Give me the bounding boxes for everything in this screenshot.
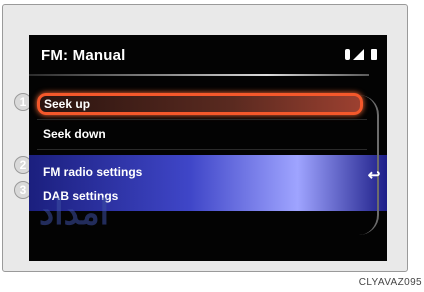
- figure-code: CLYAVAZ095: [358, 277, 422, 288]
- signal-icon: [353, 49, 364, 60]
- battery-icon: [371, 49, 377, 60]
- menu-item-fm-radio-settings[interactable]: FM radio settings: [37, 161, 142, 183]
- scroll-arc: [359, 95, 379, 235]
- back-icon[interactable]: ↩: [367, 167, 381, 185]
- status-bar: [345, 49, 377, 60]
- title-divider: [29, 74, 369, 76]
- watermark: امداد: [39, 193, 110, 233]
- menu-item-seek-up[interactable]: Seek up: [37, 93, 363, 115]
- divider: [37, 149, 367, 150]
- figure-frame: 1 2 3 FM: Manual Seek up Seek down FM ra…: [2, 4, 408, 272]
- divider: [37, 119, 367, 120]
- menu-item-seek-down[interactable]: Seek down: [37, 123, 106, 145]
- screen-title: FM: Manual: [41, 47, 126, 64]
- bluetooth-icon: [345, 49, 350, 60]
